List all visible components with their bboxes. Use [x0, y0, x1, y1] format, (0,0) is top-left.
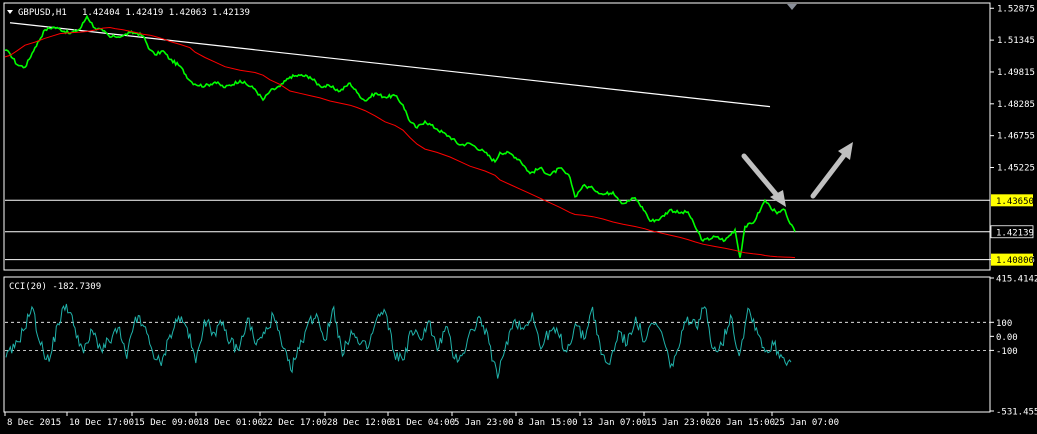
price-tick-label: 1.48285: [997, 100, 1035, 110]
cci-tick-label: 0.00: [996, 333, 1018, 343]
time-tick-label: 8 Dec 2015: [7, 418, 61, 428]
cci-tick-label: -531.4553: [996, 408, 1037, 418]
time-tick-label: 15 Jan 23:00: [646, 418, 711, 428]
level-label-text: 1.40800: [996, 256, 1034, 266]
price-axis: 1.52875 1.51345 1.49815 1.48285 1.46755 1.452…: [990, 4, 1035, 266]
time-tick-label: 31 Dec 04:00: [390, 418, 455, 428]
time-tick-label: 10 Dec 17:00: [69, 418, 134, 428]
price-tick-label: 1.46755: [997, 132, 1035, 142]
cci-tick-label: 415.4142: [996, 275, 1037, 285]
background: [0, 0, 1037, 434]
cci-tick-label: -100: [996, 347, 1018, 357]
time-tick-label: 28 Dec 12:00: [327, 418, 392, 428]
price-tick-label: 1.49815: [997, 68, 1035, 78]
price-tick-label: 1.45225: [997, 164, 1035, 174]
time-tick-label: 25 Jan 07:00: [774, 418, 839, 428]
price-tick-label: 1.52875: [997, 4, 1035, 14]
ohlc-label: 1.42404 1.42419 1.42063 1.42139: [82, 8, 250, 18]
time-tick-label: 13 Jan 07:00: [582, 418, 647, 428]
cci-tick-label: 100: [996, 319, 1012, 329]
chart-canvas: GBPUSD,H1 1.42404 1.42419 1.42063 1.4213…: [0, 0, 1037, 434]
level-label-text: 1.42139: [996, 228, 1034, 238]
price-tick-label: 1.51345: [997, 36, 1035, 46]
time-tick-label: 15 Dec 09:00: [134, 418, 199, 428]
level-label-text: 1.43650: [996, 197, 1034, 207]
time-tick-label: 18 Dec 01:00: [198, 418, 263, 428]
time-tick-label: 22 Dec 17:00: [262, 418, 327, 428]
time-tick-label: 8 Jan 15:00: [518, 418, 578, 428]
cci-title: CCI(20) -182.7309: [9, 282, 101, 292]
symbol-label: GBPUSD,H1: [18, 8, 67, 18]
time-tick-label: 20 Jan 15:00: [710, 418, 775, 428]
time-tick-label: 5 Jan 23:00: [454, 418, 514, 428]
